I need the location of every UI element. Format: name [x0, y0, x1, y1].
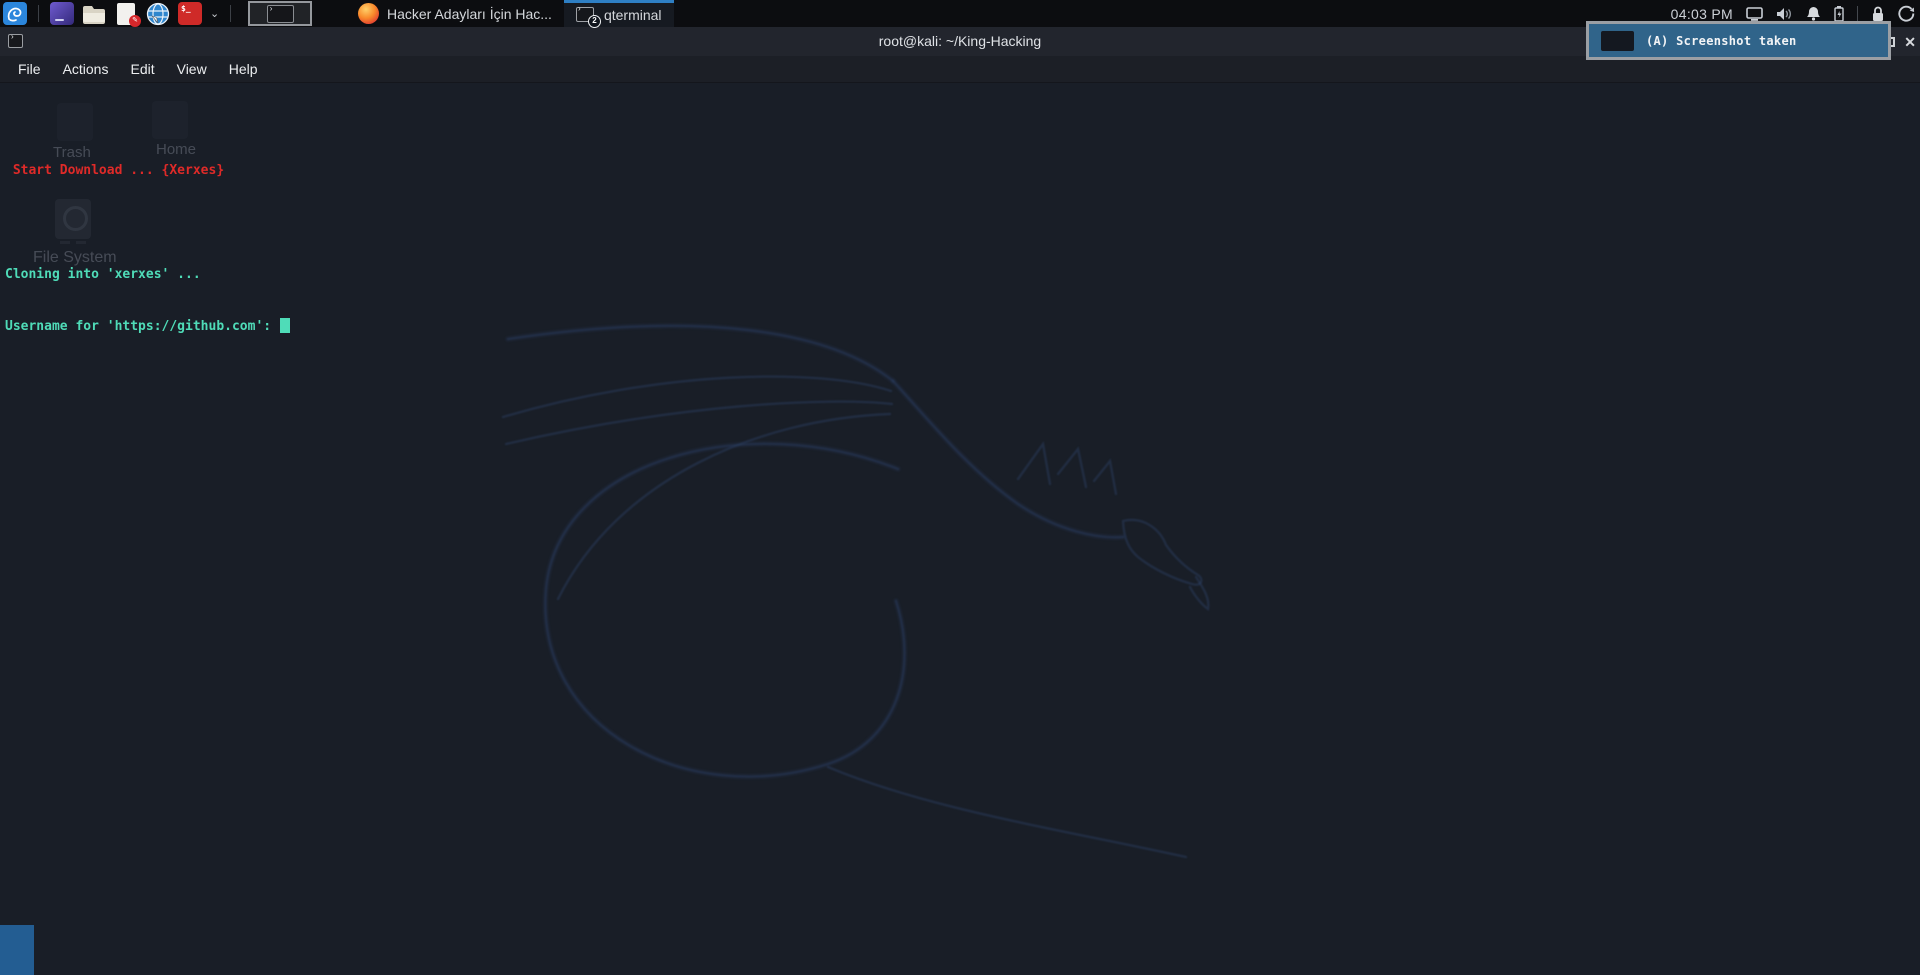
chevron-down-icon[interactable]: ⌄	[210, 7, 219, 20]
text-editor-icon[interactable]: ✎	[114, 2, 141, 27]
mini-terminal-icon	[266, 4, 294, 23]
terminal-window-button[interactable]	[248, 1, 313, 26]
display-icon[interactable]	[1746, 6, 1763, 21]
launcher-separator	[38, 5, 39, 22]
qterminal-window: root@kali: ~/King-Hacking ✕ File Actions…	[0, 27, 1920, 975]
menu-actions[interactable]: Actions	[52, 61, 120, 77]
lock-icon[interactable]	[1871, 6, 1885, 22]
qterminal-icon: 2	[575, 6, 601, 28]
dark-files-app-icon[interactable]	[50, 2, 74, 25]
screenshot-notification[interactable]: (A) Screenshot taken	[1586, 21, 1891, 60]
clock[interactable]: 04:03 PM	[1671, 6, 1733, 22]
task-qterminal[interactable]: 2 qterminal	[563, 0, 674, 28]
terminal-content[interactable]: Trash Home File System Start Download ..…	[0, 83, 1920, 975]
notification-thumbnail	[1601, 30, 1634, 51]
window-task-list: Hacker Adayları İçin Hac... 2 qterminal	[346, 0, 674, 28]
root-terminal-icon[interactable]: $_	[178, 2, 202, 25]
task-qterminal-label: qterminal	[603, 7, 662, 23]
menu-file[interactable]: File	[7, 61, 52, 77]
menu-bar: File Actions Edit View Help	[0, 56, 1920, 83]
tray-separator	[1857, 6, 1858, 21]
firefox-icon	[358, 3, 379, 24]
launcher-separator-2	[230, 5, 232, 22]
menu-help[interactable]: Help	[218, 61, 269, 77]
output-line-cloning: Cloning into 'xerxes' ...	[5, 267, 201, 283]
qterminal-count-badge: 2	[587, 14, 601, 28]
terminal-output: Start Download ... {Xerxes} Cloning into…	[5, 127, 290, 371]
kali-dragon-watermark	[501, 322, 1210, 859]
notifications-bell-icon[interactable]	[1806, 6, 1821, 21]
output-line-username: Username for 'https://github.com':	[5, 318, 290, 335]
kali-menu-icon[interactable]	[3, 2, 27, 25]
task-firefox-label: Hacker Adayları İçin Hac...	[387, 5, 552, 22]
menu-edit[interactable]: Edit	[119, 61, 165, 77]
output-line-download: Start Download ... {Xerxes}	[5, 162, 225, 178]
file-manager-icon[interactable]	[82, 2, 106, 25]
notification-text: (A) Screenshot taken	[1646, 33, 1797, 48]
task-firefox[interactable]: Hacker Adayları İçin Hac...	[346, 0, 564, 27]
battery-icon[interactable]	[1834, 5, 1844, 22]
logout-icon[interactable]	[1898, 5, 1915, 22]
menu-view[interactable]: View	[166, 61, 218, 77]
volume-icon[interactable]	[1776, 7, 1793, 21]
close-button[interactable]: ✕	[1904, 35, 1916, 49]
launcher-area: ✎ $_ ⌄	[0, 0, 313, 27]
terminal-cursor	[279, 318, 290, 334]
web-browser-icon[interactable]	[146, 2, 170, 25]
corner-blue-square	[0, 925, 34, 975]
